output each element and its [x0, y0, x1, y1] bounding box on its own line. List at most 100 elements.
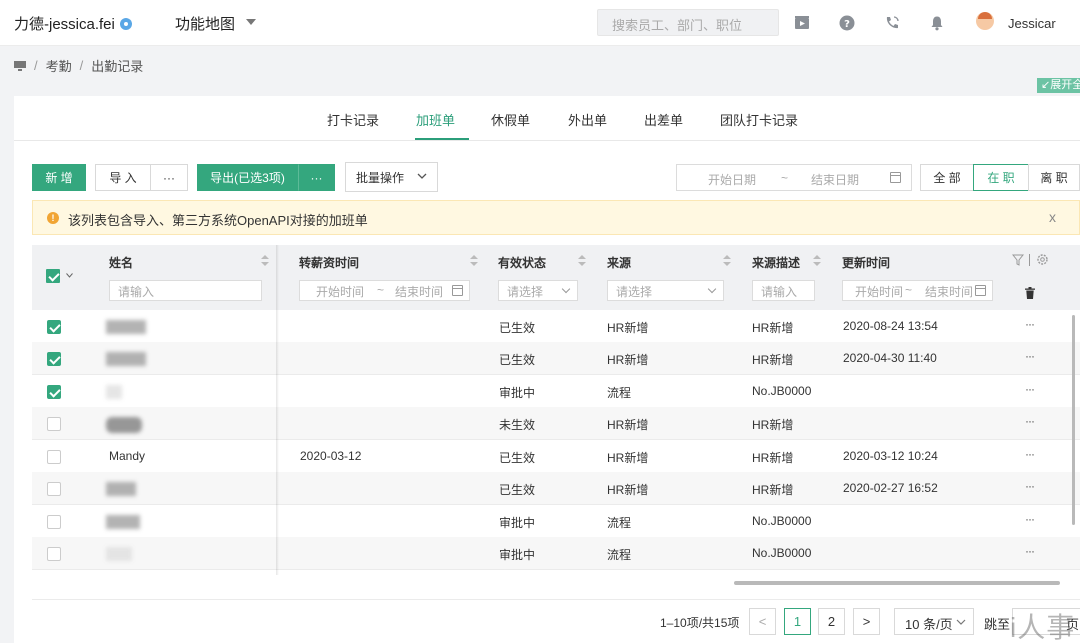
sort-icon[interactable] [261, 255, 269, 267]
tab-team-punch[interactable]: 团队打卡记录 [720, 110, 798, 129]
import-button[interactable]: 导 入 [95, 164, 151, 191]
source-filter-select[interactable]: 请选择 [607, 280, 724, 301]
prev-page-button[interactable]: < [749, 608, 776, 635]
row-checkbox[interactable] [47, 482, 61, 496]
column-header-name[interactable]: 姓名 [109, 254, 133, 271]
column-header-update-time[interactable]: 更新时间 [842, 254, 890, 271]
row-status: 已生效 [499, 321, 536, 335]
table-row[interactable]: Mandy 2020-03-12 已生效 HR新增 HR新增 2020-03-1… [32, 440, 1080, 473]
row-status: 已生效 [499, 451, 536, 465]
breadcrumb-item[interactable]: 考勤 [46, 56, 72, 75]
row-checkbox[interactable] [47, 385, 61, 399]
row-more-icon[interactable]: ··· [1025, 479, 1035, 493]
row-update-time: 2020-04-30 11:40 [843, 351, 937, 365]
table-row[interactable]: 审批中 流程 No.JB0000 ··· [32, 505, 1080, 538]
filter-all-button[interactable]: 全 部 [920, 164, 974, 191]
alert-message: 该列表包含导入、第三方系统OpenAPI对接的加班单 [68, 213, 368, 228]
expand-button[interactable]: ↙展开全 [1037, 78, 1080, 93]
tab-outing[interactable]: 外出单 [568, 110, 607, 129]
bell-icon[interactable] [929, 15, 945, 31]
export-button[interactable]: 导出(已选3项) [197, 164, 298, 191]
sort-icon[interactable] [470, 255, 478, 267]
redacted-name [106, 417, 142, 433]
redacted-name [106, 482, 136, 496]
row-more-icon[interactable]: ··· [1025, 414, 1035, 428]
row-checkbox[interactable] [47, 515, 61, 529]
row-more-icon[interactable]: ··· [1025, 512, 1035, 526]
select-all-checkbox[interactable] [46, 269, 60, 283]
video-icon[interactable] [794, 15, 810, 31]
row-checkbox[interactable] [47, 417, 61, 431]
date-range-picker[interactable]: 开始日期 ~ 结束日期 [676, 164, 912, 191]
row-source-desc: HR新增 [752, 321, 794, 335]
search-input[interactable]: 搜索员工、部门、职位 [597, 9, 779, 36]
table-row[interactable]: 已生效 HR新增 HR新增 2020-02-27 16:52 ··· [32, 472, 1080, 505]
row-source: HR新增 [607, 353, 649, 367]
row-more-icon[interactable]: ··· [1025, 349, 1035, 363]
page-button-1[interactable]: 1 [784, 608, 811, 635]
tab-business-trip[interactable]: 出差单 [644, 110, 683, 129]
batch-operation-dropdown[interactable]: 批量操作 [345, 162, 438, 192]
name-filter-input[interactable]: 请输入 [109, 280, 262, 301]
page-button-2[interactable]: 2 [818, 608, 845, 635]
filter-active-button[interactable]: 在 职 [973, 164, 1029, 191]
column-header-salary-time[interactable]: 转薪资时间 [299, 254, 359, 271]
add-button[interactable]: 新 增 [32, 164, 86, 191]
table-row[interactable]: 审批中 流程 No.JB0000 ··· [32, 537, 1080, 570]
row-checkbox[interactable] [47, 320, 61, 334]
tab-leave[interactable]: 休假单 [491, 110, 530, 129]
row-source: HR新增 [607, 321, 649, 335]
row-more-icon[interactable]: ··· [1025, 382, 1035, 396]
page-size-select[interactable]: 10 条/页 [894, 608, 974, 635]
row-salary-time: 2020-03-12 [300, 449, 362, 463]
column-header-status[interactable]: 有效状态 [498, 254, 546, 271]
chevron-down-icon [707, 284, 717, 294]
row-more-icon[interactable]: ··· [1025, 317, 1035, 331]
user-name[interactable]: Jessicar [1008, 16, 1056, 31]
close-icon[interactable]: x [1049, 209, 1056, 225]
column-header-source[interactable]: 来源 [607, 254, 631, 271]
table-row[interactable]: 已生效 HR新增 HR新增 2020-04-30 11:40 ··· [32, 342, 1080, 375]
tab-overtime[interactable]: 加班单 [416, 110, 455, 129]
settings-icon[interactable] [1036, 253, 1049, 266]
row-more-icon[interactable]: ··· [1025, 447, 1035, 461]
export-more-button[interactable]: ··· [298, 164, 335, 191]
horizontal-scrollbar[interactable] [734, 581, 1060, 585]
import-more-button[interactable]: ··· [150, 164, 188, 191]
vertical-scrollbar[interactable] [1072, 315, 1075, 525]
row-checkbox[interactable] [47, 547, 61, 561]
select-all-chevron-icon[interactable] [66, 273, 73, 278]
filter-icon[interactable] [1012, 254, 1024, 266]
warning-icon: ! [47, 212, 59, 224]
row-source-desc: No.JB0000 [752, 514, 812, 528]
sort-icon[interactable] [813, 255, 821, 267]
function-map-menu[interactable]: 功能地图 [175, 13, 235, 34]
sort-icon[interactable] [578, 255, 586, 267]
home-icon[interactable] [14, 60, 26, 71]
next-page-button[interactable]: > [853, 608, 880, 635]
row-source-desc: No.JB0000 [752, 384, 812, 398]
column-header-source-desc[interactable]: 来源描述 [752, 254, 800, 271]
update-time-range-filter[interactable]: 开始时间 ~ 结束时间 [842, 280, 993, 301]
table-row[interactable]: 已生效 HR新增 HR新增 2020-08-24 13:54 ··· [32, 310, 1080, 343]
row-update-time: 2020-02-27 16:52 [843, 481, 938, 495]
company-name[interactable]: 力德-jessica.fei [14, 13, 132, 34]
user-avatar[interactable] [976, 12, 994, 30]
tab-punch-records[interactable]: 打卡记录 [327, 110, 379, 129]
trash-icon[interactable] [1025, 287, 1035, 299]
filter-left-button[interactable]: 离 职 [1028, 164, 1080, 191]
row-source: HR新增 [607, 451, 649, 465]
row-checkbox[interactable] [47, 450, 61, 464]
table-row[interactable]: 未生效 HR新增 HR新增 ··· [32, 407, 1080, 440]
salary-time-range-filter[interactable]: 开始时间 ~ 结束时间 [299, 280, 470, 301]
help-icon[interactable]: ? [839, 15, 855, 31]
row-more-icon[interactable]: ··· [1025, 544, 1035, 558]
phone-icon[interactable] [884, 15, 900, 31]
caret-down-icon[interactable] [246, 19, 256, 25]
sort-icon[interactable] [723, 255, 731, 267]
table-row[interactable]: 审批中 流程 No.JB0000 ··· [32, 375, 1080, 408]
row-checkbox[interactable] [47, 352, 61, 366]
status-filter-select[interactable]: 请选择 [498, 280, 578, 301]
source-desc-filter-input[interactable]: 请输入 [752, 280, 815, 301]
info-alert: ! 该列表包含导入、第三方系统OpenAPI对接的加班单 x [32, 200, 1080, 235]
